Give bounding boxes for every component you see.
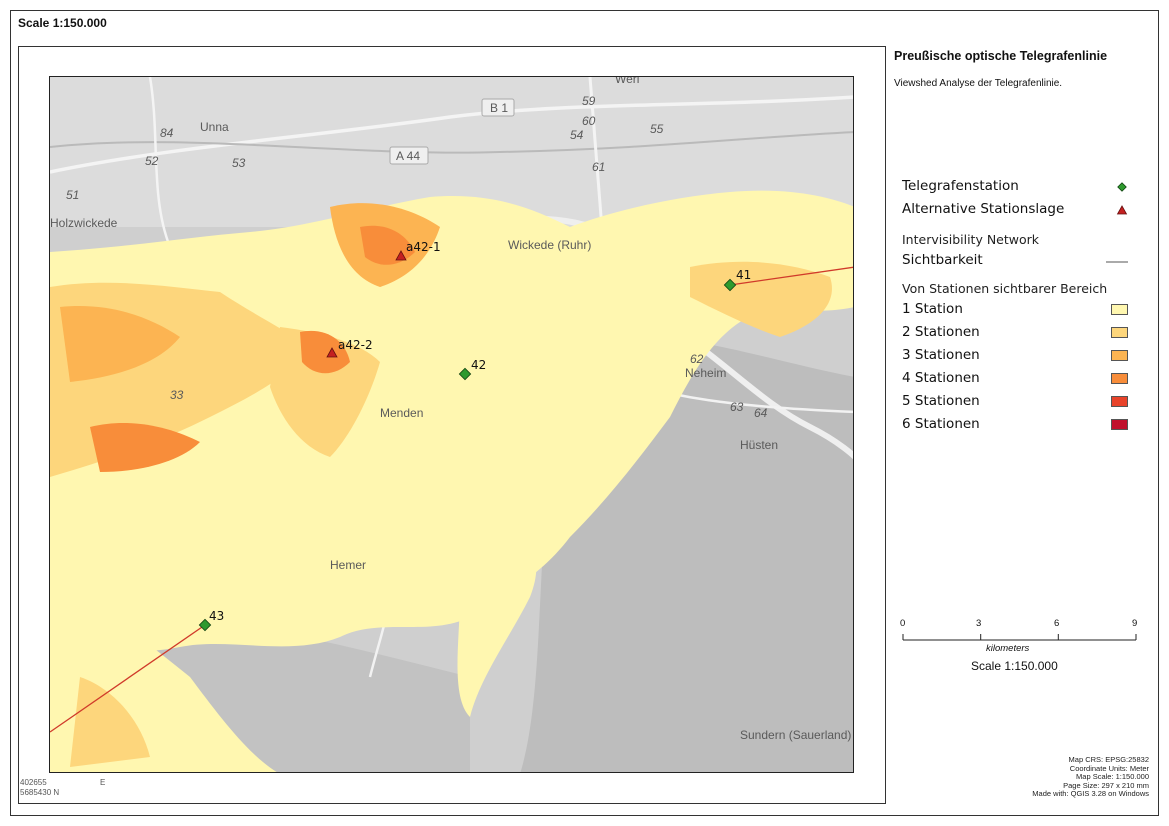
legend-label: 4 Stationen	[902, 370, 980, 386]
scale-tick-label: 3	[976, 618, 982, 629]
place-label-neheim: Neheim	[685, 366, 726, 380]
legend-swatch	[1111, 419, 1128, 430]
legend-swatch	[1111, 350, 1128, 361]
scale-text-top: Scale 1:150.000	[18, 16, 107, 30]
legend-heading-viewshed: Von Stationen sichtbarer Bereich	[902, 281, 1108, 296]
legend-item-class: 5 Stationen	[902, 393, 1130, 413]
coord-e: E	[100, 778, 106, 787]
legend-label: Telegrafenstation	[902, 178, 1019, 194]
legend-swatch	[1111, 327, 1128, 338]
legend-item-station: Telegrafenstation	[902, 178, 1130, 198]
legend-label: 2 Stationen	[902, 324, 980, 340]
place-label-werl: Werl	[615, 77, 639, 86]
road-number: 53	[232, 156, 246, 170]
map-view[interactable]: Unna Holzwickede Wickede (Ruhr) Menden N…	[49, 76, 854, 773]
road-number: 59	[582, 94, 596, 108]
map-subtitle: Viewshed Analyse der Telegrafenlinie.	[894, 78, 1063, 89]
station-label: 42	[471, 358, 486, 372]
map-title: Preußische optische Telegrafenlinie	[894, 49, 1108, 63]
info-made-with: Made with: QGIS 3.28 on Windows	[1032, 789, 1149, 798]
legend-item-class: 3 Stationen	[902, 347, 1130, 367]
scale-tick-label: 6	[1054, 618, 1060, 629]
road-number: 52	[145, 154, 159, 168]
legend-label: 1 Station	[902, 301, 963, 317]
svg-text:A 44: A 44	[396, 149, 420, 163]
place-label-holzwickede: Holzwickede	[50, 216, 118, 230]
legend-item-class: 1 Station	[902, 301, 1130, 321]
legend-heading-network: Intervisibility Network	[902, 232, 1040, 247]
place-label-menden: Menden	[380, 406, 423, 420]
place-label-wickede: Wickede (Ruhr)	[508, 238, 591, 252]
station-label: 41	[736, 268, 751, 282]
place-label-hemer: Hemer	[330, 558, 366, 572]
legend-label: 6 Stationen	[902, 416, 980, 432]
coord-x: 402655	[20, 778, 47, 787]
legend-label: 5 Stationen	[902, 393, 980, 409]
place-label-huesten: Hüsten	[740, 438, 778, 452]
station-label: a42-2	[338, 338, 373, 352]
road-number: 64	[754, 406, 768, 420]
legend-item-visibility: Sichtbarkeit	[902, 252, 1130, 272]
legend-label: 3 Stationen	[902, 347, 980, 363]
road-number: 54	[570, 128, 584, 142]
road-number: 63	[730, 400, 744, 414]
road-number: 61	[592, 160, 605, 174]
scale-bar: 0 3 6 9 kilometers Scale 1:150.000	[898, 618, 1148, 678]
legend-label: Alternative Stationslage	[902, 201, 1065, 217]
road-number: 84	[160, 126, 174, 140]
legend-swatch	[1111, 373, 1128, 384]
sight-line-icon	[1106, 261, 1128, 263]
legend-item-class: 2 Stationen	[902, 324, 1130, 344]
road-number: 33	[170, 388, 184, 402]
coord-y: 5685430 N	[20, 788, 60, 797]
place-label-unna: Unna	[200, 120, 229, 134]
legend-item-class: 6 Stationen	[902, 416, 1130, 436]
alt-station-triangle-icon	[1116, 205, 1128, 215]
road-number: 60	[582, 114, 596, 128]
place-label-sundern: Sundern (Sauerland)	[740, 728, 851, 742]
road-shield-a44: A 44	[389, 146, 429, 165]
svg-text:B 1: B 1	[490, 101, 508, 115]
legend-item-class: 4 Stationen	[902, 370, 1130, 390]
scale-text: Scale 1:150.000	[971, 659, 1058, 673]
legend-label: Sichtbarkeit	[902, 252, 983, 268]
legend-swatch	[1111, 304, 1128, 315]
scale-tick-label: 0	[900, 618, 906, 629]
station-label: 43	[209, 609, 224, 623]
road-number: 55	[650, 122, 664, 136]
legend-swatch	[1111, 396, 1128, 407]
road-number: 51	[66, 188, 79, 202]
road-shield-b1: B 1	[481, 98, 515, 117]
scale-unit: kilometers	[986, 643, 1030, 654]
road-number: 62	[690, 352, 704, 366]
legend-item-alternative: Alternative Stationslage	[902, 201, 1130, 221]
map-info-block: Map CRS: EPSG:25832 Coordinate Units: Me…	[1032, 755, 1149, 799]
scale-tick-label: 9	[1132, 618, 1138, 629]
station-diamond-icon	[1117, 182, 1127, 192]
map-canvas[interactable]: Unna Holzwickede Wickede (Ruhr) Menden N…	[50, 77, 854, 773]
station-label: a42-1	[406, 240, 441, 254]
